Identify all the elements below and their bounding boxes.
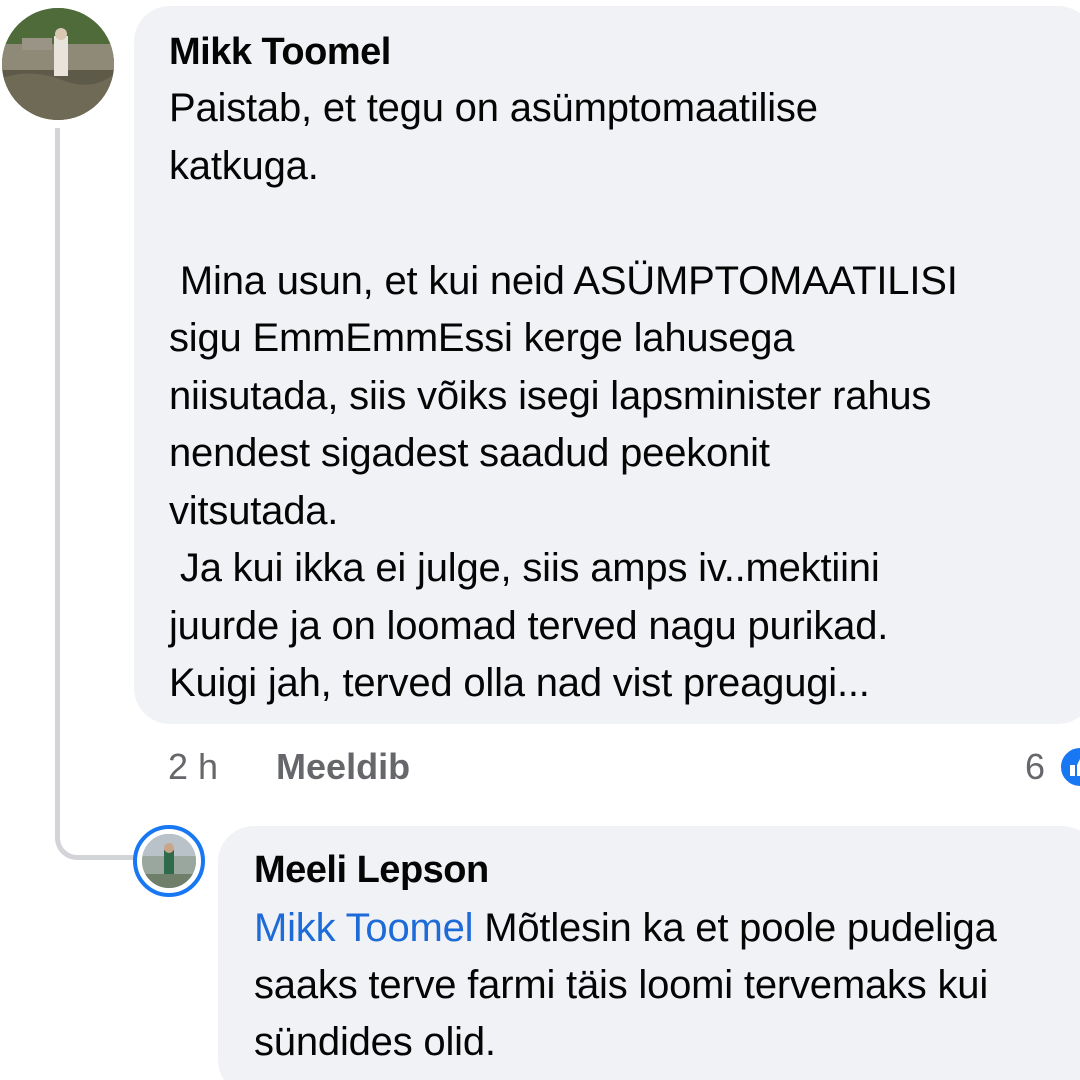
thumbs-up-icon: [1070, 759, 1080, 776]
avatar-image: [142, 834, 196, 888]
avatar-photo: [2, 8, 114, 120]
reply-avatar-photo: [142, 834, 196, 888]
reply-text-container: Mikk Toomel Mõtlesin ka et poole pudelig…: [254, 900, 1080, 1071]
comment-thread: Mikk Toomel Paistab, et tegu on asümptom…: [0, 0, 1080, 1080]
comment-actions: 2 h Meeldib: [168, 742, 410, 792]
comment-text: Paistab, et tegu on asümptomaatilise kat…: [169, 86, 958, 705]
comment-timestamp[interactable]: 2 h: [168, 746, 218, 788]
like-button[interactable]: Meeldib: [276, 746, 410, 788]
reply-author[interactable]: Meeli Lepson: [254, 846, 1080, 894]
reaction-count[interactable]: 6: [1025, 742, 1045, 792]
comment-author[interactable]: Mikk Toomel: [169, 28, 1080, 76]
avatar[interactable]: [2, 8, 114, 120]
comment-bubble: Mikk Toomel Paistab, et tegu on asümptom…: [134, 6, 1080, 724]
like-icon[interactable]: [1058, 745, 1080, 789]
reply-avatar[interactable]: [133, 825, 205, 897]
mention-link[interactable]: Mikk Toomel: [254, 906, 474, 950]
reply-bubble: Meeli Lepson Mikk Toomel Mõtlesin ka et …: [218, 826, 1080, 1080]
